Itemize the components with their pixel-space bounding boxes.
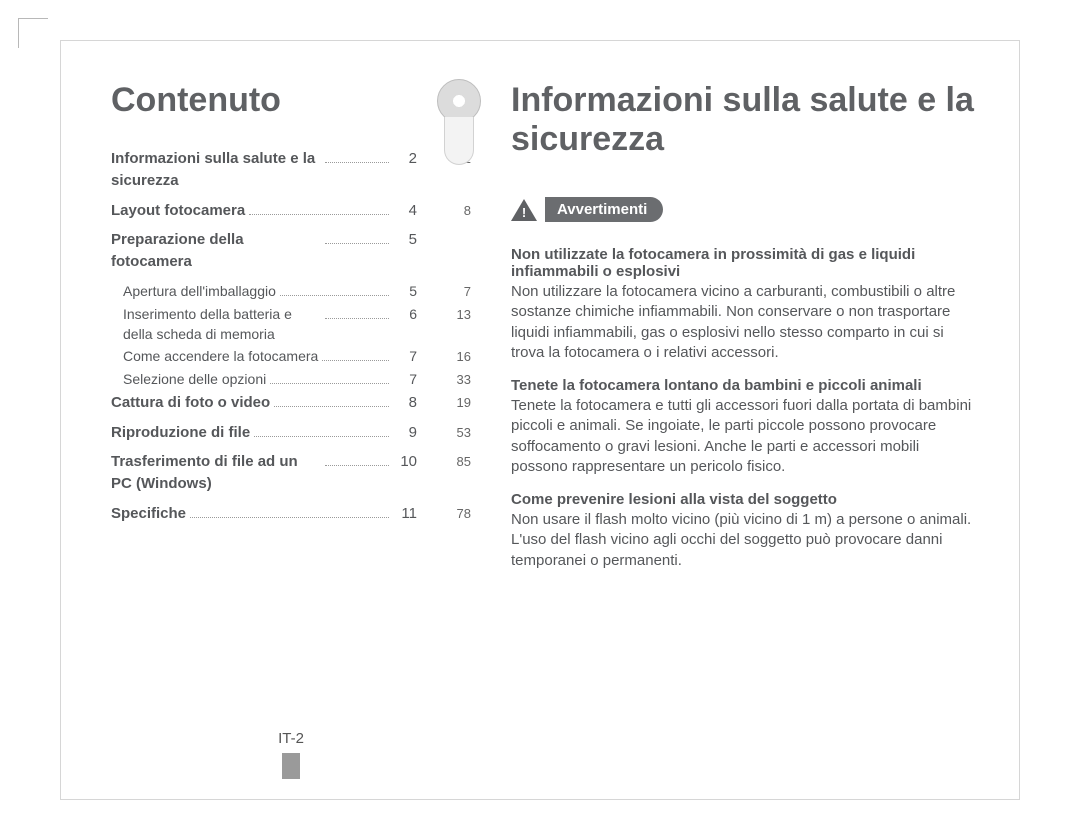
toc-page-number: 11 [393, 503, 421, 525]
toc-entry: Layout fotocamera 48 [111, 200, 471, 222]
page-number: IT-2 [278, 730, 304, 751]
safety-paragraphs: Non utilizzate la fotocamera in prossimi… [511, 246, 979, 571]
safety-heading: Tenete la fotocamera lontano da bambini … [511, 377, 979, 394]
toc-label: Come accendere la fotocamera [123, 346, 318, 366]
toc-leader-dots [322, 349, 389, 362]
toc-extra-number: 13 [421, 306, 471, 325]
toc-leader-dots [325, 231, 389, 245]
warning-label: Avvertimenti [545, 197, 663, 222]
toc-leader-dots [270, 372, 389, 385]
toc-leader-dots [254, 423, 389, 437]
safety-body: Non usare il flash molto vicino (più vic… [511, 510, 979, 571]
toc-title: Contenuto [111, 81, 471, 120]
toc-extra-number: 85 [421, 453, 471, 472]
toc-page-number: 5 [393, 281, 421, 301]
toc-page-number: 7 [393, 346, 421, 366]
toc-leader-dots [190, 504, 389, 518]
toc-label: Apertura dell'imballaggio [123, 281, 276, 301]
toc-page-number: 5 [393, 229, 421, 251]
toc-leader-dots [325, 453, 389, 467]
toc-label: Cattura di foto o video [111, 392, 270, 414]
toc-entry: Specifiche 1178 [111, 503, 471, 525]
toc-label: Selezione delle opzioni [123, 369, 266, 389]
table-of-contents: Informazioni sulla salute e la sicurezza… [111, 148, 471, 533]
toc-leader-dots [325, 150, 389, 164]
toc-extra-number: 19 [421, 394, 471, 413]
toc-extra-number: 8 [421, 202, 471, 221]
crop-mark [18, 18, 48, 48]
toc-subentry: Come accendere la fotocamera 716 [111, 346, 471, 367]
safety-heading: Non utilizzate la fotocamera in prossimi… [511, 246, 979, 280]
toc-extra-number: 7 [421, 283, 471, 302]
manual-page: Contenuto Informazioni sulla salute e la… [60, 40, 1020, 800]
toc-label: Trasferimento di file ad un PC (Windows) [111, 451, 321, 495]
toc-label: Inserimento della batteria e della sched… [123, 304, 321, 345]
safety-heading: Come prevenire lesioni alla vista del so… [511, 491, 979, 508]
safety-body: Tenete la fotocamera e tutti gli accesso… [511, 396, 979, 477]
toc-extra-number: 16 [421, 348, 471, 367]
toc-entry: Trasferimento di file ad un PC (Windows)… [111, 451, 471, 495]
warning-badge: ! Avvertimenti [511, 197, 663, 222]
toc-extra-number: 33 [421, 371, 471, 390]
toc-entry: Cattura di foto o video 819 [111, 392, 471, 414]
toc-label: Riproduzione di file [111, 422, 250, 444]
toc-extra-number: 78 [421, 505, 471, 524]
warning-triangle-icon: ! [511, 199, 537, 221]
toc-label: Specifiche [111, 503, 186, 525]
page-footer: IT-2 [111, 730, 471, 779]
toc-leader-dots [325, 306, 389, 319]
toc-page-number: 10 [393, 451, 421, 473]
toc-subentry: Inserimento della batteria e della sched… [111, 304, 471, 345]
toc-label: Layout fotocamera [111, 200, 245, 222]
toc-entry: Preparazione della fotocamera 5 [111, 229, 471, 273]
toc-leader-dots [249, 201, 389, 215]
toc-page-number: 4 [393, 200, 421, 222]
toc-subentry: Apertura dell'imballaggio 57 [111, 281, 471, 302]
toc-subentry: Selezione delle opzioni 733 [111, 369, 471, 390]
safety-body: Non utilizzare la fotocamera vicino a ca… [511, 282, 979, 363]
safety-title: Informazioni sulla salute e la sicurezza [511, 81, 979, 159]
toc-page-number: 6 [393, 304, 421, 324]
toc-leader-dots [280, 283, 389, 296]
toc-extra-number: 53 [421, 424, 471, 443]
toc-leader-dots [274, 393, 389, 407]
toc-page-number: 2 [393, 148, 421, 170]
toc-label: Informazioni sulla salute e la sicurezza [111, 148, 321, 192]
toc-page-number: 8 [393, 392, 421, 414]
right-column: Informazioni sulla salute e la sicurezza… [471, 81, 979, 779]
toc-page-number: 9 [393, 422, 421, 444]
left-column: Contenuto Informazioni sulla salute e la… [111, 81, 471, 779]
toc-label: Preparazione della fotocamera [111, 229, 321, 273]
toc-page-number: 7 [393, 369, 421, 389]
toc-entry: Riproduzione di file 953 [111, 422, 471, 444]
footer-bar [282, 753, 300, 779]
toc-entry: Informazioni sulla salute e la sicurezza… [111, 148, 471, 192]
